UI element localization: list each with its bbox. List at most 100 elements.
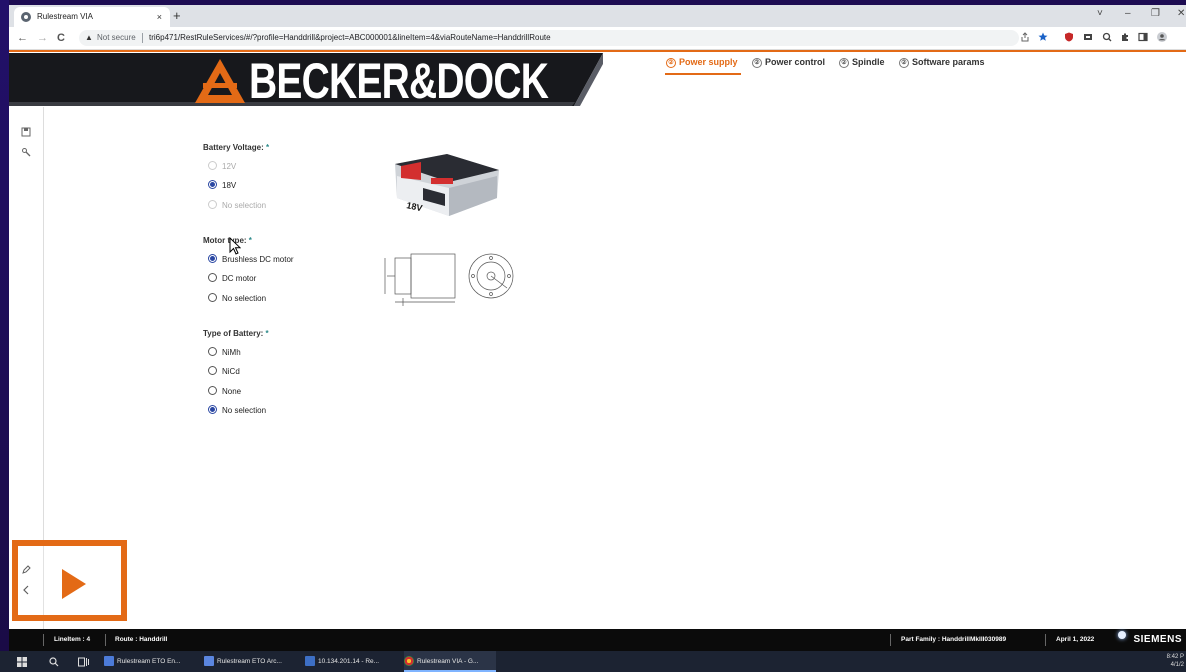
route-status: Route : Handdrill <box>115 636 168 643</box>
radio-brushless-dc-motor[interactable]: Brushless DC motor <box>208 254 294 266</box>
becker-dock-logo-icon <box>195 59 245 103</box>
radio-circle[interactable] <box>208 366 217 376</box>
security-label[interactable]: Not secure <box>97 30 136 46</box>
browser-tab[interactable]: Rulestream VIA × <box>14 7 170 27</box>
screen-frame-left <box>0 0 9 672</box>
step-number-icon: ② <box>666 57 676 68</box>
radio-18v[interactable]: 18V <box>208 180 236 192</box>
side-panel-icon[interactable] <box>1138 32 1148 42</box>
tab-power-supply[interactable]: ② Power supply <box>666 57 738 68</box>
radio-circle[interactable] <box>208 200 217 210</box>
mouse-cursor-icon <box>229 237 241 255</box>
option-label: 18V <box>222 181 237 190</box>
shield-extension-icon[interactable] <box>1064 32 1074 42</box>
required-marker: * <box>265 329 269 338</box>
step-number-icon: ② <box>752 57 762 68</box>
taskbar-item[interactable]: 10.134.201.14 - Re... <box>305 651 397 672</box>
maximize-button[interactable]: ❐ <box>1151 8 1160 19</box>
tab-search-icon[interactable]: ˅ <box>1097 8 1103 19</box>
radio-nicd[interactable]: NiCd <box>208 366 240 378</box>
taskbar-item-label: 10.134.201.14 - Re... <box>318 658 380 665</box>
new-tab-button[interactable]: + <box>173 7 181 25</box>
taskbar-item[interactable]: Rulestream ETO En... <box>104 651 196 672</box>
radio-voltage-no-selection[interactable]: No selection <box>208 200 266 212</box>
required-marker: * <box>266 143 270 152</box>
tab-software-params[interactable]: ② Software params <box>899 57 985 68</box>
radio-circle[interactable] <box>208 254 217 264</box>
windows-start-icon[interactable] <box>17 657 27 667</box>
browser-window: Rulestream VIA × + ˅ – ❐ ✕ ← → C ▲ Not s… <box>9 5 1186 629</box>
option-label: NiCd <box>222 367 240 376</box>
step-label: Software params <box>912 57 985 67</box>
battery-pack-image: 18V <box>395 154 499 216</box>
search-extension-icon[interactable] <box>1102 32 1112 42</box>
url-text[interactable]: tri6p471/RestRuleServices/#/?profile=Han… <box>149 30 551 46</box>
share-icon[interactable] <box>1020 32 1030 42</box>
option-label: Brushless DC motor <box>222 255 294 264</box>
bookmark-star-icon[interactable] <box>1038 32 1048 42</box>
settings-tool-icon[interactable] <box>21 147 31 157</box>
remote-desktop-icon <box>305 656 315 667</box>
puzzle-extensions-icon[interactable] <box>1120 32 1130 42</box>
option-label: No selection <box>222 406 267 415</box>
radio-circle[interactable] <box>208 273 217 283</box>
tab-title: Rulestream VIA <box>37 12 94 21</box>
taskbar-search-icon[interactable] <box>49 657 59 667</box>
clock-time: 8:42 P <box>1166 654 1184 660</box>
rulestream-app-icon <box>104 656 114 667</box>
tab-power-control[interactable]: ② Power control <box>752 57 825 68</box>
url-field[interactable]: ▲ Not secure tri6p471/RestRuleServices/#… <box>79 30 1019 46</box>
forward-button[interactable]: → <box>37 31 48 45</box>
task-view-icon[interactable] <box>78 657 89 667</box>
brand-logo-text: BECKER&DOCK <box>249 53 549 106</box>
save-icon[interactable] <box>21 127 31 137</box>
status-divider <box>43 634 44 646</box>
reload-button[interactable]: C <box>57 31 65 45</box>
required-marker: * <box>248 236 252 245</box>
battery-type-label-text: Type of Battery: <box>203 329 264 338</box>
option-label: No selection <box>222 294 267 303</box>
radio-circle[interactable] <box>208 161 217 171</box>
close-window-button[interactable]: ✕ <box>1177 8 1185 19</box>
tab-close-icon[interactable]: × <box>157 7 162 27</box>
battery-type-label: Type of Battery: * <box>203 329 269 338</box>
radio-circle[interactable] <box>208 347 217 357</box>
option-label: 12V <box>222 162 237 171</box>
motor-technical-drawing <box>384 253 514 306</box>
taskbar-item[interactable]: Rulestream ETO Arc... <box>204 651 296 672</box>
step-label: Power control <box>765 57 826 67</box>
radio-circle[interactable] <box>208 293 217 303</box>
siemens-glow-icon <box>1118 631 1126 639</box>
line-item-status: LineItem : 4 <box>54 636 91 643</box>
radio-circle[interactable] <box>208 180 217 190</box>
active-step-indicator <box>665 73 741 75</box>
radio-12v[interactable]: 12V <box>208 161 236 173</box>
header-accent-line <box>9 50 1186 52</box>
minimize-button[interactable]: – <box>1125 8 1131 19</box>
battery-voltage-label-text: Battery Voltage: <box>203 143 264 152</box>
tab-spindle[interactable]: ② Spindle <box>839 57 885 68</box>
radio-battery-no-selection[interactable]: No selection <box>208 405 266 417</box>
extension-icon[interactable] <box>1083 32 1093 42</box>
option-label: DC motor <box>222 274 257 283</box>
system-clock[interactable]: 8:42 P 4/1/2 <box>1167 653 1184 669</box>
radio-nimh[interactable]: NiMh <box>208 347 241 359</box>
taskbar-item-label: Rulestream ETO Arc... <box>217 658 282 665</box>
profile-avatar-icon[interactable] <box>1157 32 1167 42</box>
tab-bar: Rulestream VIA × + ˅ – ❐ ✕ <box>9 5 1186 27</box>
step-number-icon: ② <box>839 57 849 68</box>
radio-circle[interactable] <box>208 386 217 396</box>
taskbar-item[interactable]: Rulestream VIA - G... <box>404 651 496 672</box>
radio-dc-motor[interactable]: DC motor <box>208 273 256 285</box>
status-divider <box>105 634 106 646</box>
rulestream-favicon-icon <box>21 12 31 22</box>
option-label: No selection <box>222 201 267 210</box>
radio-none[interactable]: None <box>208 386 241 398</box>
radio-motor-no-selection[interactable]: No selection <box>208 293 266 305</box>
step-label: Spindle <box>852 57 885 67</box>
video-play-button[interactable] <box>12 540 127 621</box>
back-button[interactable]: ← <box>17 31 28 45</box>
omnibox-divider <box>142 33 143 43</box>
option-label: None <box>222 387 242 396</box>
radio-circle[interactable] <box>208 405 217 415</box>
